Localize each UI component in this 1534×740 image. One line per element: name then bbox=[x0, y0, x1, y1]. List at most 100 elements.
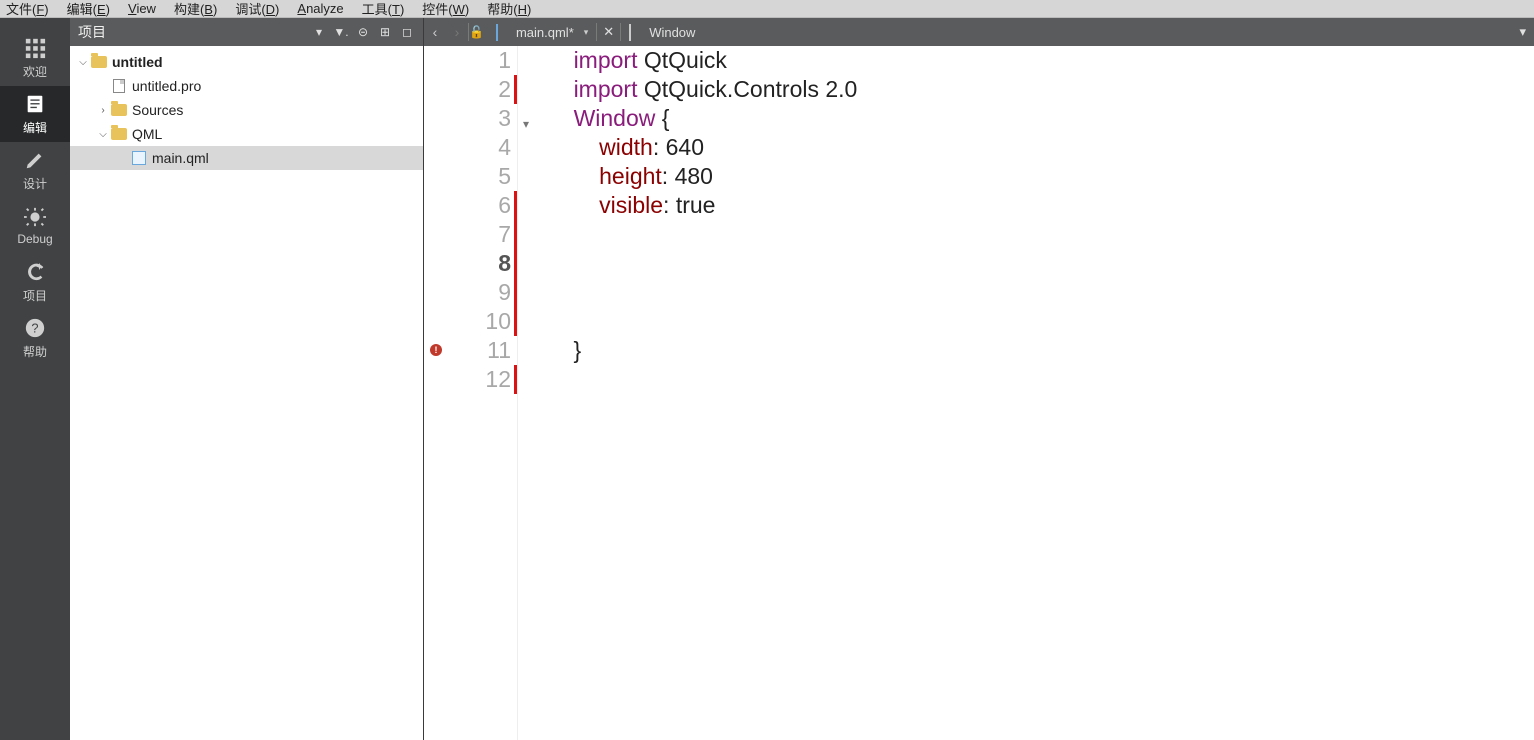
line-number[interactable]: 4 bbox=[424, 133, 517, 162]
help-icon: ? bbox=[24, 317, 46, 339]
code-line[interactable] bbox=[548, 307, 1534, 336]
tree-label: QML bbox=[132, 126, 162, 142]
folder-icon bbox=[110, 102, 128, 118]
mode-debug[interactable]: Debug bbox=[0, 198, 70, 254]
folder-icon bbox=[110, 126, 128, 142]
editor-area: ‹ › 🔓 main.qml* ▾ ✕ Window ▾ 123▾4567891… bbox=[424, 18, 1534, 740]
code-line[interactable] bbox=[548, 220, 1534, 249]
mode-bar: 欢迎编辑设计 Debug 项目? 帮助 bbox=[0, 18, 70, 740]
tree-arrow[interactable]: ⌵ bbox=[96, 129, 110, 140]
menu-构建(B)[interactable]: 构建(B) bbox=[174, 0, 217, 18]
error-icon[interactable]: ! bbox=[430, 344, 442, 356]
code-line[interactable]: } bbox=[548, 336, 1534, 365]
mode-design[interactable]: 设计 bbox=[0, 142, 70, 198]
line-number[interactable]: 6 bbox=[424, 191, 517, 220]
debug-icon bbox=[24, 206, 46, 228]
project-panel-header: 项目 ▾ ▼. ⊝ ⊞ ◻ bbox=[70, 18, 423, 46]
line-number[interactable]: 9 bbox=[424, 278, 517, 307]
menu-编辑(E)[interactable]: 编辑(E) bbox=[67, 0, 110, 18]
svg-text:?: ? bbox=[31, 320, 38, 335]
edit-icon bbox=[24, 93, 46, 115]
project-panel-title: 项目 bbox=[78, 22, 106, 42]
mode-label: Debug bbox=[17, 232, 52, 246]
mode-label: 欢迎 bbox=[23, 63, 47, 80]
mode-label: 设计 bbox=[23, 175, 47, 192]
nav-back-button[interactable]: ‹ bbox=[424, 18, 446, 46]
code-line[interactable]: width: 640 bbox=[548, 133, 1534, 162]
close-panel-icon[interactable]: ◻ bbox=[399, 24, 415, 40]
code-line[interactable]: import QtQuick.Controls 2.0 bbox=[548, 75, 1534, 104]
mode-help[interactable]: ? 帮助 bbox=[0, 310, 70, 366]
code-line[interactable] bbox=[548, 278, 1534, 307]
line-number[interactable]: 8 bbox=[424, 249, 517, 278]
tree-node-main.qml[interactable]: main.qml bbox=[70, 146, 423, 170]
line-number[interactable]: 10 bbox=[424, 307, 517, 336]
qml-icon bbox=[130, 150, 148, 166]
projects-icon bbox=[24, 261, 46, 283]
menu-工具(T)[interactable]: 工具(T) bbox=[362, 0, 405, 18]
split-icon[interactable]: ⊞ bbox=[377, 24, 393, 40]
fold-icon[interactable]: ▾ bbox=[523, 110, 529, 139]
code-editor[interactable]: 123▾4567891011!12 import QtQuick import … bbox=[424, 46, 1534, 740]
tree-node-Sources[interactable]: › Sources bbox=[70, 98, 423, 122]
mode-projects[interactable]: 项目 bbox=[0, 254, 70, 310]
code-line[interactable]: height: 480 bbox=[548, 162, 1534, 191]
chevron-down-icon[interactable]: ▾ bbox=[584, 27, 589, 38]
menubar: 文件(F) 编辑(E) View 构建(B) 调试(D) Analyze 工具(T) 控件(W… bbox=[0, 0, 1534, 18]
code-line[interactable]: import QtQuick bbox=[548, 46, 1534, 75]
menu-控件(W)[interactable]: 控件(W) bbox=[422, 0, 469, 18]
tree-label: main.qml bbox=[152, 150, 209, 166]
file-tab-label: main.qml* bbox=[516, 25, 574, 40]
tree-node-QML[interactable]: ⌵ QML bbox=[70, 122, 423, 146]
line-gutter: 123▾4567891011!12 bbox=[424, 46, 518, 740]
mode-edit[interactable]: 编辑 bbox=[0, 86, 70, 142]
menu-Analyze[interactable]: Analyze bbox=[297, 1, 343, 16]
project-panel: 项目 ▾ ▼. ⊝ ⊞ ◻ ⌵ untitled untitled.pro › Sour… bbox=[70, 18, 424, 740]
close-tab-button[interactable]: ✕ bbox=[597, 24, 620, 40]
dropdown-icon[interactable]: ▾ bbox=[311, 24, 327, 40]
line-number[interactable]: 12 bbox=[424, 365, 517, 394]
line-number[interactable]: 1 bbox=[424, 46, 517, 75]
menu-View[interactable]: View bbox=[128, 1, 156, 16]
code-lines[interactable]: import QtQuick import QtQuick.Controls 2… bbox=[518, 46, 1534, 740]
line-number[interactable]: 3▾ bbox=[424, 104, 517, 133]
line-number[interactable]: 11! bbox=[424, 336, 517, 365]
code-line[interactable]: visible: true bbox=[548, 191, 1534, 220]
code-line[interactable] bbox=[548, 365, 1534, 394]
code-line[interactable] bbox=[548, 249, 1534, 278]
mode-label: 帮助 bbox=[23, 343, 47, 360]
element-tab[interactable]: Window bbox=[621, 18, 1519, 46]
file-tab[interactable]: main.qml* ▾ bbox=[488, 18, 596, 46]
mode-label: 编辑 bbox=[23, 119, 47, 136]
line-number[interactable]: 5 bbox=[424, 162, 517, 191]
mode-welcome[interactable]: 欢迎 bbox=[0, 30, 70, 86]
menu-帮助(H)[interactable]: 帮助(H) bbox=[487, 0, 531, 18]
tree-label: Sources bbox=[132, 102, 183, 118]
menu-文件(F)[interactable]: 文件(F) bbox=[6, 0, 49, 18]
qml-file-icon bbox=[496, 25, 510, 39]
menu-调试(D)[interactable]: 调试(D) bbox=[235, 0, 279, 18]
tree-label: untitled bbox=[112, 54, 163, 70]
filter-icon[interactable]: ▼. bbox=[333, 24, 349, 40]
element-tab-label: Window bbox=[649, 25, 695, 40]
tree-node-untitled[interactable]: ⌵ untitled bbox=[70, 50, 423, 74]
tree-node-untitled.pro[interactable]: untitled.pro bbox=[70, 74, 423, 98]
window-icon bbox=[629, 25, 643, 39]
link-icon[interactable]: ⊝ bbox=[355, 24, 371, 40]
file-icon bbox=[110, 78, 128, 94]
line-number[interactable]: 7 bbox=[424, 220, 517, 249]
nav-forward-button[interactable]: › bbox=[446, 18, 468, 46]
project-tree[interactable]: ⌵ untitled untitled.pro › Sources ⌵ QML main.qm… bbox=[70, 46, 423, 740]
editor-tabbar: ‹ › 🔓 main.qml* ▾ ✕ Window ▾ bbox=[424, 18, 1534, 46]
folder-icon bbox=[90, 54, 108, 70]
tree-arrow[interactable]: › bbox=[96, 105, 110, 116]
mode-label: 项目 bbox=[23, 287, 47, 304]
chevron-down-icon[interactable]: ▾ bbox=[1519, 24, 1534, 40]
design-icon bbox=[24, 149, 46, 171]
lock-icon[interactable]: 🔓 bbox=[469, 25, 484, 39]
tree-label: untitled.pro bbox=[132, 78, 201, 94]
line-number[interactable]: 2 bbox=[424, 75, 517, 104]
code-line[interactable]: Window { bbox=[548, 104, 1534, 133]
tree-arrow[interactable]: ⌵ bbox=[76, 57, 90, 68]
welcome-icon bbox=[24, 37, 46, 59]
